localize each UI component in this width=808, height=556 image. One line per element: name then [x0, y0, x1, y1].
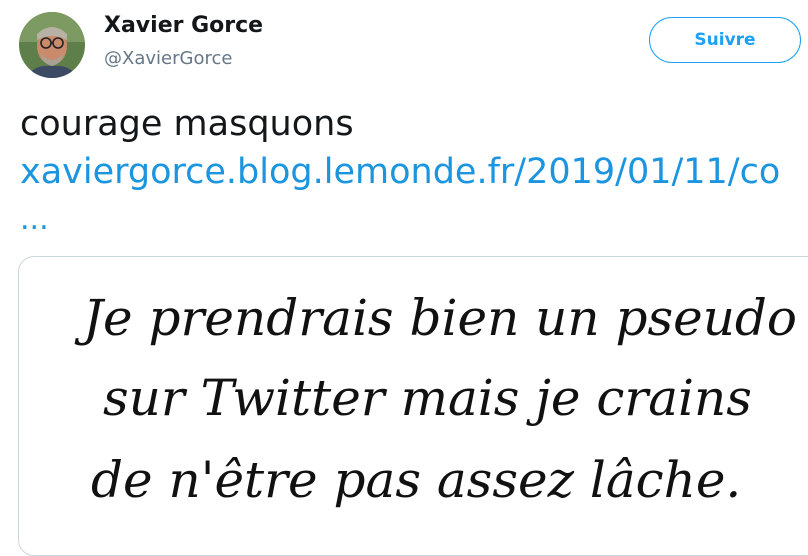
- avatar[interactable]: [19, 12, 85, 78]
- avatar-image: [19, 12, 85, 78]
- handwritten-image: Je prendrais bien un pseudo sur Twitter …: [74, 289, 797, 509]
- media-card[interactable]: Je prendrais bien un pseudo sur Twitter …: [18, 256, 808, 556]
- author-handle[interactable]: @XavierGorce: [104, 48, 232, 69]
- follow-button[interactable]: Suivre: [649, 17, 801, 63]
- link-ellipsis[interactable]: ...: [20, 202, 49, 237]
- handwritten-line-2: sur Twitter mais je crains: [103, 369, 752, 427]
- handwritten-line-1: Je prendrais bien un pseudo: [74, 289, 797, 347]
- tweet-text: courage masquons: [20, 104, 354, 144]
- author-name[interactable]: Xavier Gorce: [104, 13, 263, 38]
- tweet-link[interactable]: xaviergorce.blog.lemonde.fr/2019/01/11/c…: [20, 152, 780, 192]
- handwritten-line-3: de n'être pas assez lâche.: [91, 451, 741, 509]
